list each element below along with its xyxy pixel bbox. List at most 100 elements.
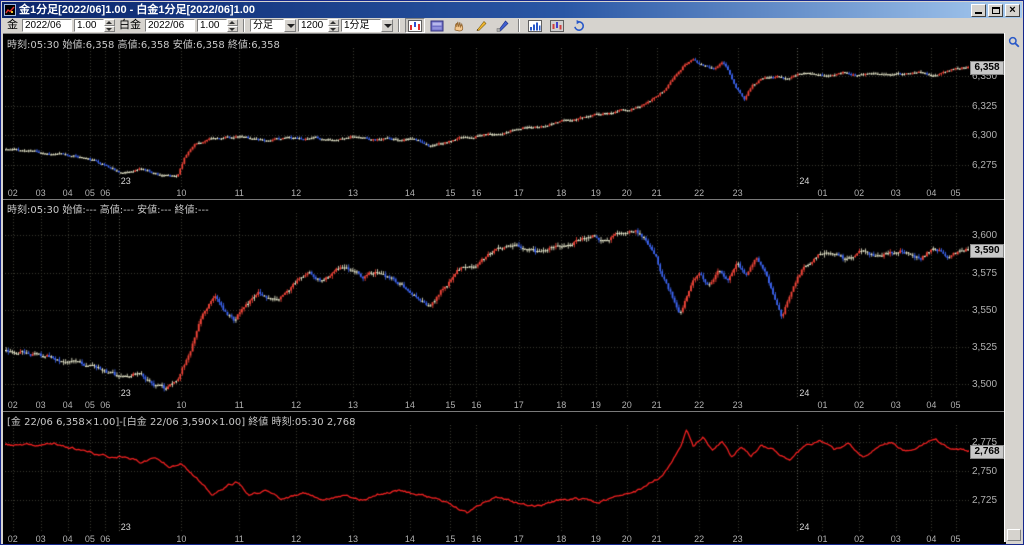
spin-down-icon[interactable] [104, 26, 115, 33]
x-axis-label: 19 [591, 400, 601, 411]
app-icon [4, 4, 16, 16]
maximize-button[interactable] [988, 4, 1003, 17]
close-button[interactable]: × [1005, 4, 1020, 17]
x-axis-label: 02 [8, 400, 18, 411]
gold-ratio-arrows[interactable] [104, 19, 115, 32]
maximize-icon [992, 7, 1000, 14]
day-marker-label: 24 [799, 522, 809, 532]
price-axis-label: 6,300 [972, 130, 997, 141]
x-axis-label: 03 [36, 400, 46, 411]
x-axis-label: 06 [100, 400, 110, 411]
x-axis-label: 23 [733, 534, 743, 545]
x-axis-label: 13 [348, 188, 358, 199]
gold-chart-canvas[interactable] [5, 48, 969, 187]
titlebar[interactable]: 金1分足[2022/06]1.00 - 白金1分足[2022/06]1.00 × [2, 2, 1022, 18]
toolbar-separator [243, 19, 245, 32]
bar-chart-icon [528, 20, 542, 32]
pencil-icon [474, 20, 488, 32]
chart-setup-button[interactable] [405, 18, 425, 33]
gold-panel: 時刻:05:30 始値:6,358 高値:6,358 安値:6,358 終値:6… [3, 35, 1006, 199]
close-icon: × [1009, 5, 1015, 15]
resize-grip[interactable] [1007, 529, 1021, 541]
x-axis-label: 16 [471, 534, 481, 545]
platinum-ratio-arrows[interactable] [227, 19, 238, 32]
window-title: 金1分足[2022/06]1.00 - 白金1分足[2022/06]1.00 [19, 3, 971, 17]
price-axis-label: 3,525 [972, 342, 997, 353]
brush-icon [496, 20, 510, 32]
x-axis-label: 21 [652, 188, 662, 199]
gold-ratio-field[interactable]: 1.00 [74, 19, 104, 32]
panel-layout-button[interactable] [427, 18, 447, 33]
x-axis-label: 05 [85, 400, 95, 411]
gold-plot: 2324 [5, 48, 969, 187]
bar-type-value[interactable]: 分足 [250, 19, 284, 32]
x-axis-label: 02 [854, 400, 864, 411]
x-axis-label: 19 [591, 188, 601, 199]
search-button[interactable] [1006, 34, 1022, 50]
refresh-icon [572, 20, 586, 32]
platinum-panel: 時刻:05:30 始値:--- 高値:--- 安値:--- 終値:--- 232… [3, 199, 1006, 411]
x-axis-label: 02 [8, 188, 18, 199]
x-axis-label: 17 [514, 188, 524, 199]
platinum-ratio-field[interactable]: 1.00 [197, 19, 227, 32]
bar-chart-button[interactable] [525, 18, 545, 33]
ohlc-chart-icon [550, 20, 564, 32]
gold-quote-readout: 時刻:05:30 始値:6,358 高値:6,358 安値:6,358 終値:6… [7, 36, 280, 51]
x-axis-label: 15 [445, 188, 455, 199]
spin-down-icon[interactable] [227, 26, 238, 33]
hand-icon [452, 20, 466, 32]
x-axis-label: 20 [622, 188, 632, 199]
current-price-badge: 2,768 [970, 445, 1004, 459]
platinum-chart-canvas[interactable] [5, 213, 969, 399]
brush-tool-button[interactable] [493, 18, 513, 33]
price-axis-label: 2,725 [972, 495, 997, 506]
ohlc-chart-button[interactable] [547, 18, 567, 33]
bar-count-arrows[interactable] [328, 19, 339, 32]
price-axis-label: 3,575 [972, 268, 997, 279]
current-price-badge: 3,590 [970, 244, 1004, 258]
spread-chart-canvas[interactable] [5, 425, 969, 533]
x-axis-label: 22 [694, 400, 704, 411]
gold-month-field[interactable]: 2022/06 [22, 19, 72, 32]
price-axis-label: 6,275 [972, 160, 997, 171]
bar-count-spinner: 1200 [298, 19, 339, 32]
day-marker-label: 24 [799, 388, 809, 398]
platinum-month-field[interactable]: 2022/06 [145, 19, 195, 32]
x-axis-label: 04 [926, 400, 936, 411]
window-controls: × [971, 4, 1020, 17]
platinum-label: 白金 [119, 19, 141, 32]
day-marker-label: 23 [121, 388, 131, 398]
x-axis-label: 01 [817, 534, 827, 545]
x-axis-label: 03 [891, 534, 901, 545]
spread-price-axis: 2,7752,7502,7252,768 [969, 425, 1006, 533]
spin-down-icon[interactable] [328, 26, 339, 33]
x-axis-label: 05 [950, 534, 960, 545]
x-axis-label: 01 [817, 188, 827, 199]
chevron-down-icon[interactable] [381, 19, 393, 32]
x-axis-label: 12 [291, 188, 301, 199]
x-axis-label: 03 [36, 534, 46, 545]
x-axis-label: 16 [471, 188, 481, 199]
x-axis-label: 04 [926, 534, 936, 545]
x-axis-label: 12 [291, 400, 301, 411]
x-axis-label: 11 [235, 534, 244, 545]
x-axis-label: 04 [63, 400, 73, 411]
chevron-down-icon[interactable] [284, 19, 296, 32]
interval-combo[interactable]: 1分足 [341, 19, 393, 32]
bar-count-field[interactable]: 1200 [298, 19, 328, 32]
day-marker-label: 24 [799, 176, 809, 186]
pencil-tool-button[interactable] [471, 18, 491, 33]
x-axis-label: 11 [235, 400, 244, 411]
spread-time-axis: 0203040506101112131415161718192021222301… [5, 533, 969, 545]
x-axis-label: 10 [176, 400, 186, 411]
x-axis-label: 19 [591, 534, 601, 545]
hand-tool-button[interactable] [449, 18, 469, 33]
platinum-price-axis: 3,6003,5753,5503,5253,5003,590 [969, 213, 1006, 399]
panel-layout-icon [430, 20, 444, 32]
x-axis-label: 02 [854, 534, 864, 545]
interval-value[interactable]: 1分足 [341, 19, 381, 32]
refresh-button[interactable] [569, 18, 589, 33]
minimize-button[interactable] [971, 4, 986, 17]
bar-type-combo[interactable]: 分足 [250, 19, 296, 32]
x-axis-label: 20 [622, 534, 632, 545]
